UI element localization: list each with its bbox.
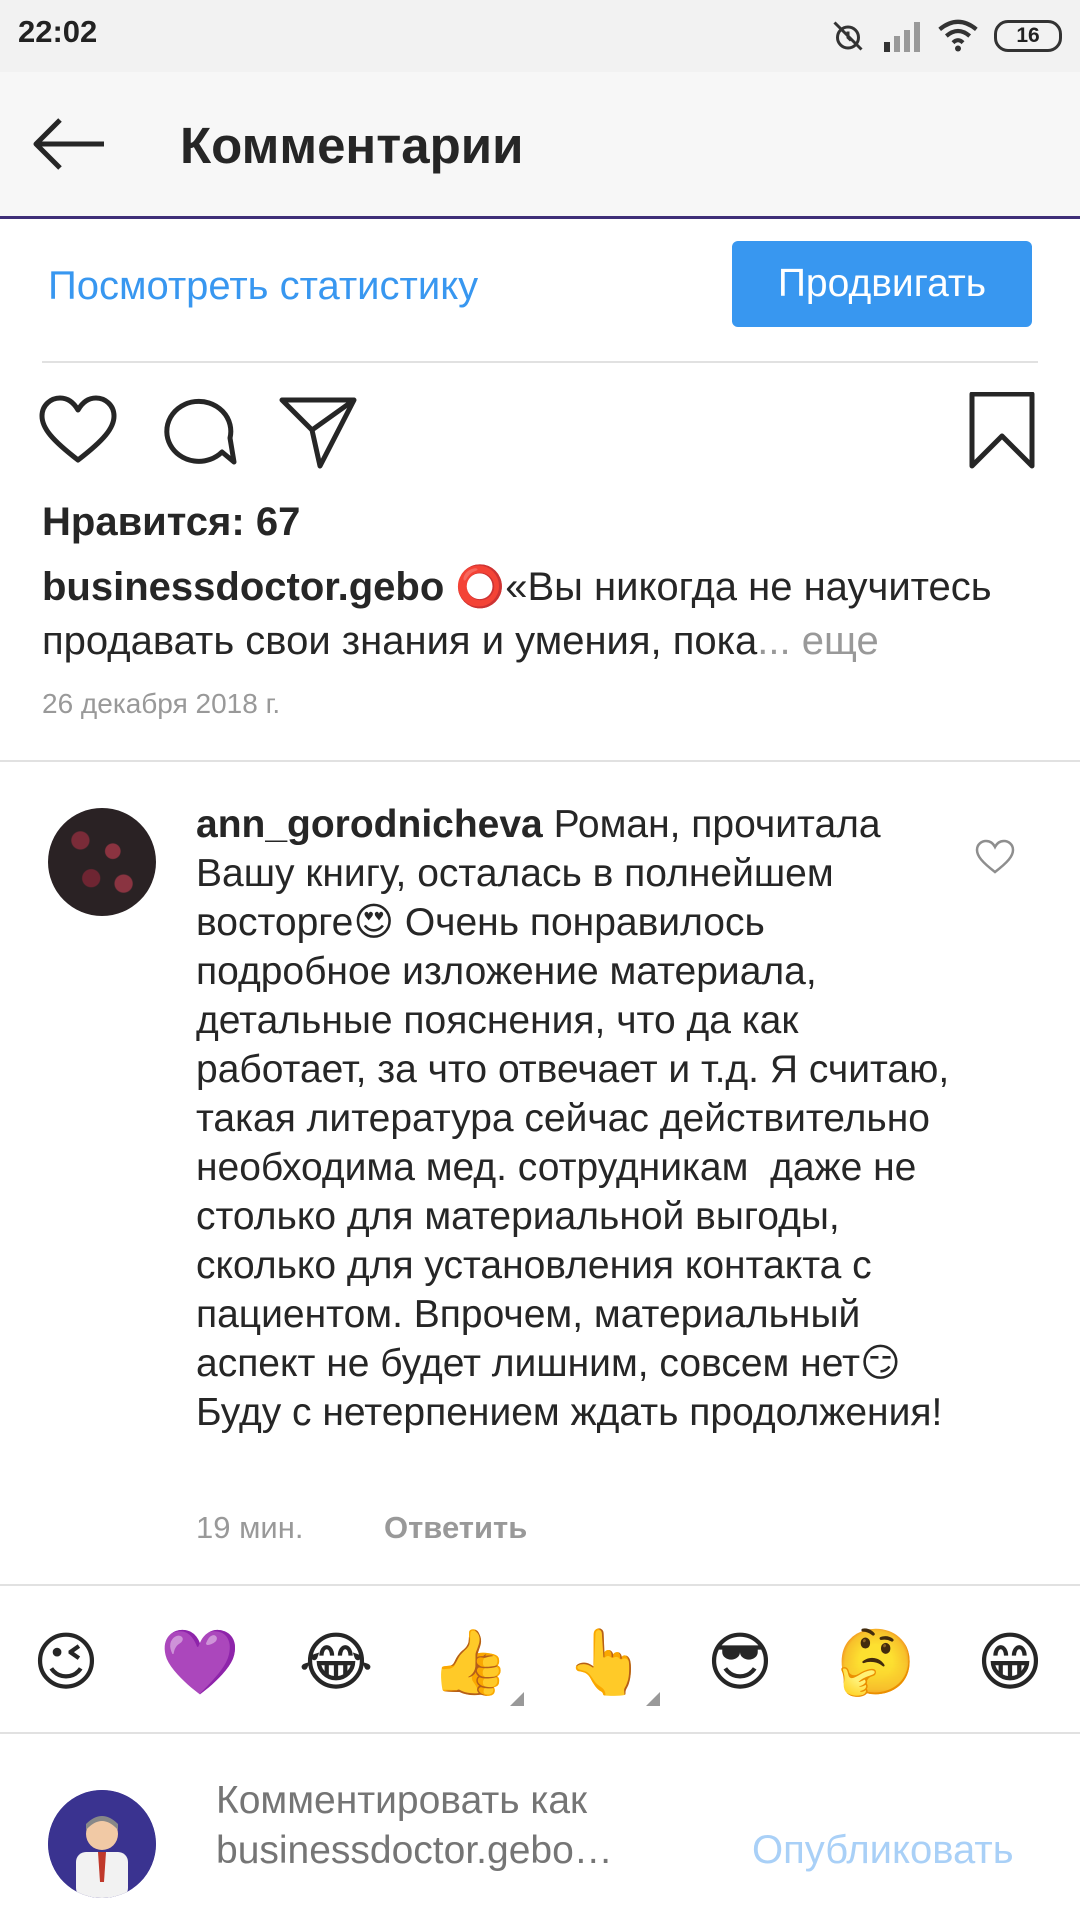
emoji-wink[interactable]: 😉 <box>26 1622 106 1702</box>
emoji-tears-of-joy[interactable]: 😂 <box>296 1622 376 1702</box>
wifi-icon <box>938 19 978 52</box>
emoji-bar: 😉 💜 😂 👍 👆 😎 🤔 😁 <box>0 1584 1080 1734</box>
emoji-pointing-up[interactable]: 👆 <box>566 1622 646 1702</box>
avatar[interactable] <box>48 808 156 916</box>
view-statistics-link[interactable]: Посмотреть статистику <box>48 264 478 309</box>
share-icon[interactable] <box>278 392 358 472</box>
signal-icon <box>884 22 920 52</box>
comment-icon[interactable] <box>160 392 240 472</box>
emoji-sunglasses[interactable]: 😎 <box>700 1622 780 1702</box>
doctor-avatar-icon <box>48 1790 156 1898</box>
publish-button[interactable]: Опубликовать <box>752 1828 1014 1873</box>
caption-username[interactable]: businessdoctor.gebo <box>42 565 444 609</box>
emoji-thumbs-up[interactable]: 👍 <box>430 1622 510 1702</box>
comment-input[interactable] <box>216 1776 656 1886</box>
more-link[interactable]: ... еще <box>757 619 878 663</box>
emoji-thinking[interactable]: 🤔 <box>836 1622 916 1702</box>
back-arrow-icon[interactable] <box>30 114 110 174</box>
promote-button[interactable]: Продвигать <box>732 241 1032 327</box>
emoji-purple-heart[interactable]: 💜 <box>160 1622 240 1702</box>
divider <box>0 760 1080 762</box>
reply-button[interactable]: Ответить <box>384 1510 527 1546</box>
battery-level: 16 <box>1016 24 1040 47</box>
avatar <box>48 1790 156 1898</box>
comment-text: Роман, прочитала Вашу книгу, осталась в … <box>196 803 961 1434</box>
bookmark-icon[interactable] <box>962 392 1042 472</box>
status-time: 22:02 <box>18 14 98 49</box>
comment-heart-icon[interactable] <box>975 838 1015 878</box>
variant-indicator-icon <box>646 1692 660 1706</box>
battery-indicator: 16 <box>994 20 1062 52</box>
post-caption: businessdoctor.gebo ⭕«Вы никогда не науч… <box>42 560 1042 668</box>
status-bar: 22:02 16 <box>0 0 1080 72</box>
post-date: 26 декабря 2018 г. <box>42 688 281 719</box>
emoji-grin[interactable]: 😁 <box>970 1622 1050 1702</box>
heart-icon[interactable] <box>38 392 118 472</box>
status-icons: 16 <box>830 14 1062 58</box>
top-bar: Комментарии <box>0 72 1080 219</box>
comment-username[interactable]: ann_gorodnicheva <box>196 803 543 846</box>
page-title: Комментарии <box>180 117 524 174</box>
likes-count: Нравится: 67 <box>42 500 301 544</box>
alarm-off-icon <box>833 21 863 51</box>
comment-body: ann_gorodnicheva Роман, прочитала Вашу к… <box>196 800 956 1437</box>
divider <box>42 361 1038 363</box>
comment-time: 19 мин. <box>196 1510 304 1545</box>
variant-indicator-icon <box>510 1692 524 1706</box>
